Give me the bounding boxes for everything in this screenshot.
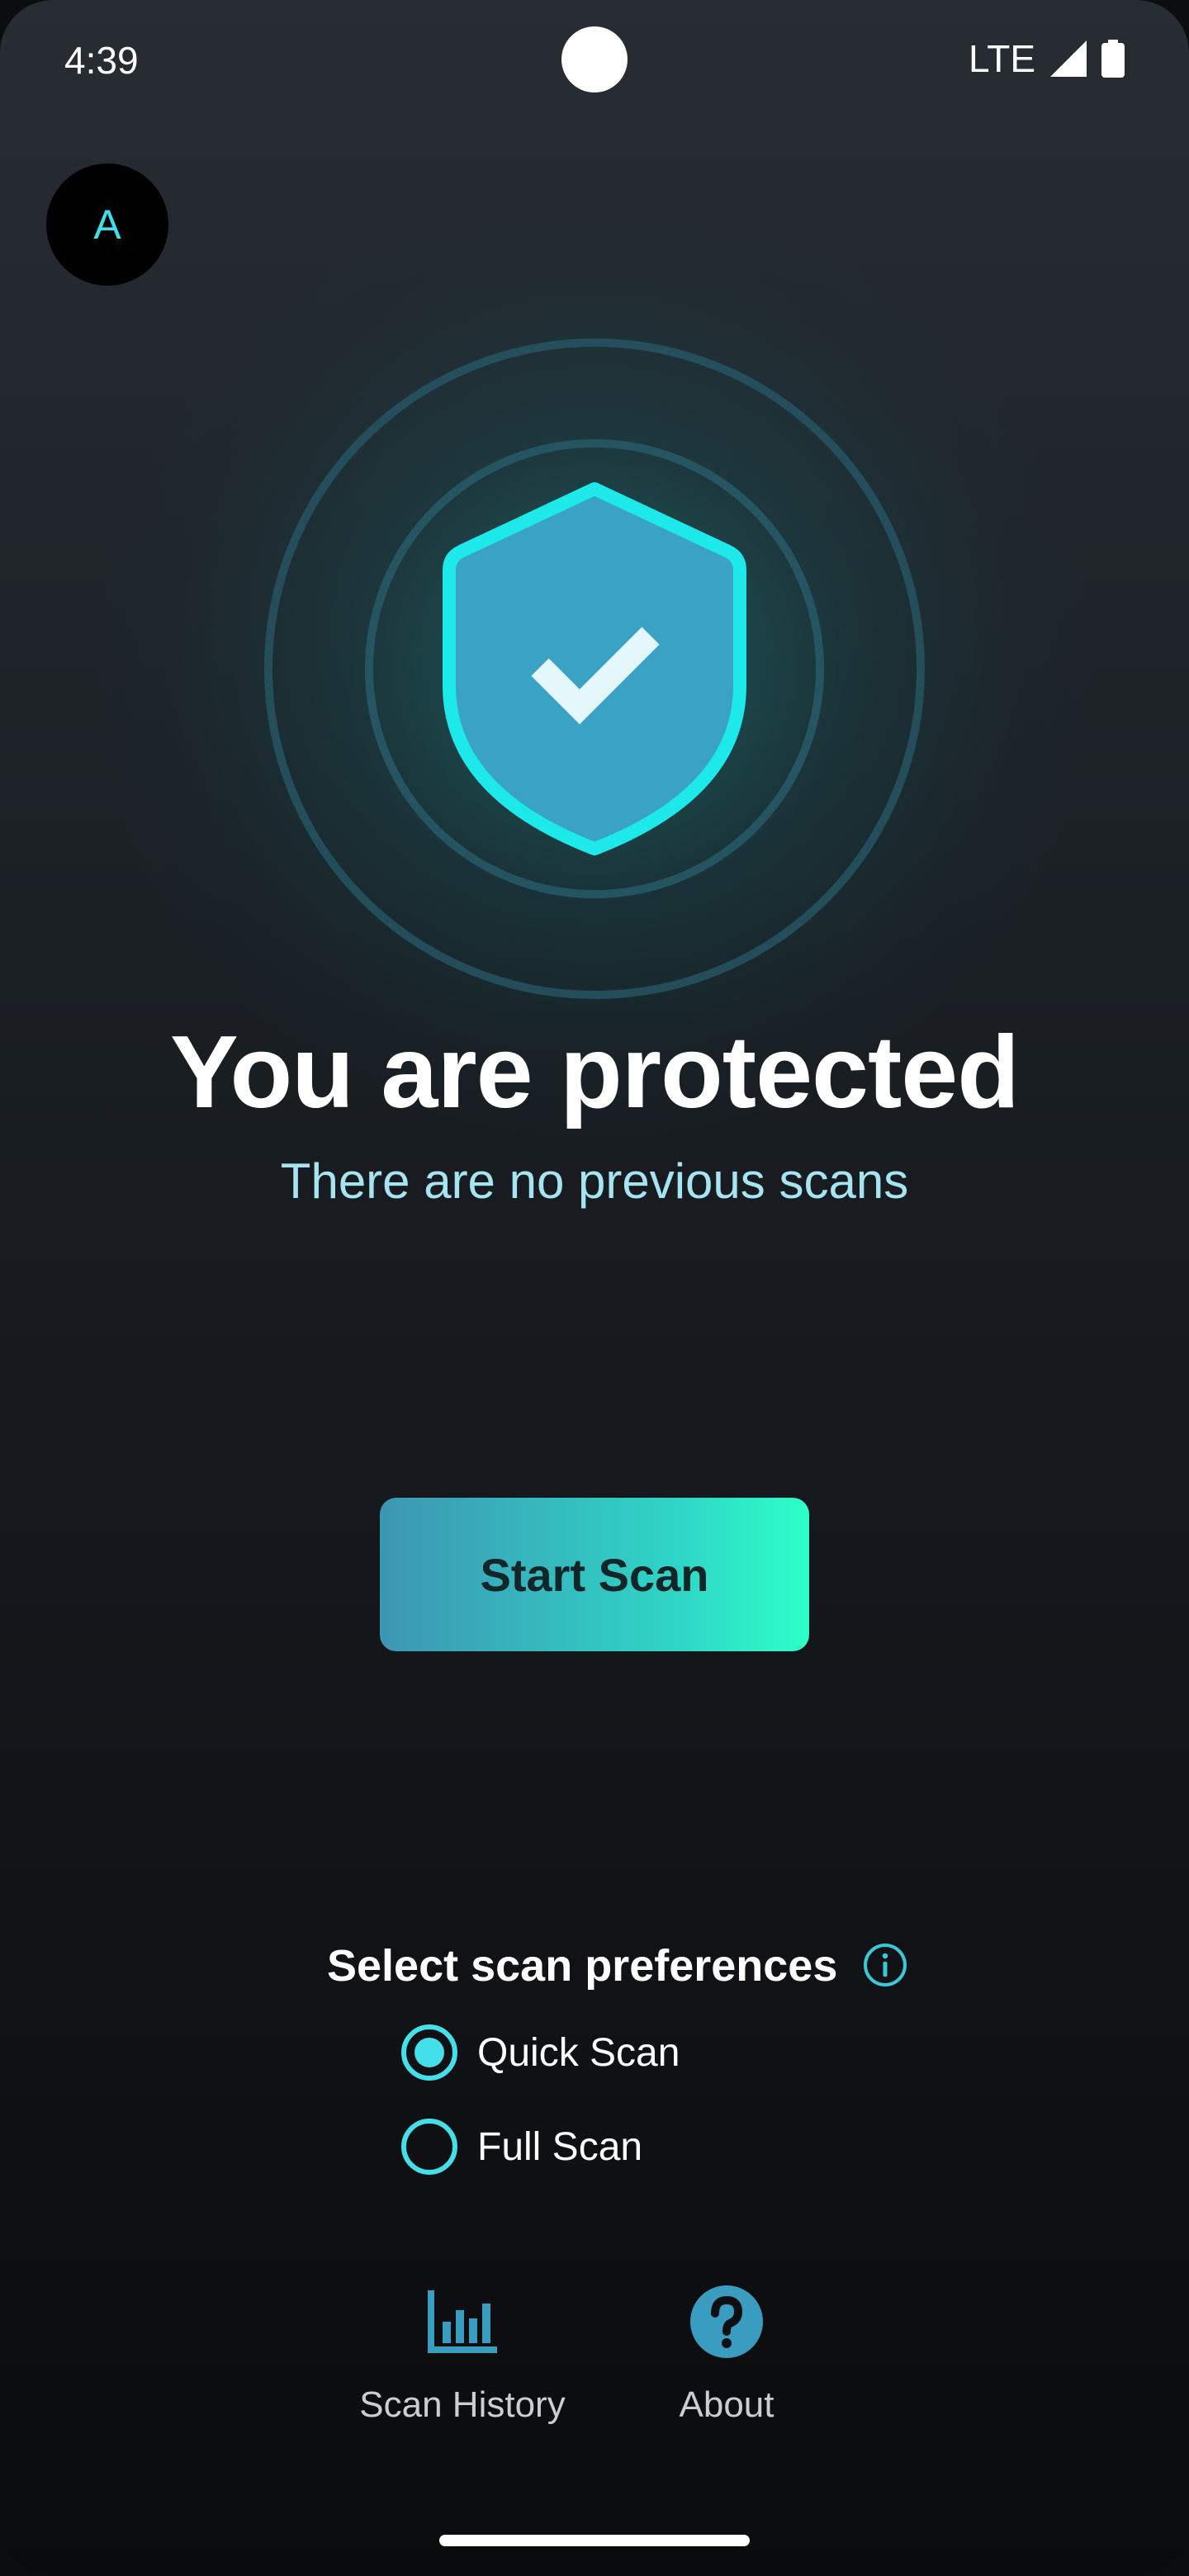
status-time: 4:39 [64, 39, 139, 82]
signal-icon [1050, 40, 1087, 77]
network-type-label: LTE [969, 37, 1035, 80]
full-scan-option[interactable]: Full Scan [401, 2119, 642, 2175]
status-indicators: LTE [969, 36, 1125, 81]
nav-scan-history[interactable]: Scan History [339, 2282, 586, 2426]
quick-scan-radio[interactable] [401, 2024, 457, 2081]
scan-history-label: Scan History [359, 2384, 566, 2425]
protection-status-title: You are protected [169, 1016, 1020, 1129]
quick-scan-label: Quick Scan [477, 2030, 680, 2075]
shield-check-icon [443, 482, 746, 855]
help-circle-icon [690, 2285, 763, 2358]
bar-chart-icon [428, 2290, 497, 2353]
home-indicator[interactable] [439, 2535, 750, 2546]
account-avatar[interactable]: A [46, 163, 168, 286]
app-screen: 4:39 LTE A You are protected There are n… [0, 0, 1189, 2576]
info-icon[interactable] [862, 1942, 908, 1988]
full-scan-label: Full Scan [477, 2124, 643, 2169]
status-bar: 4:39 LTE [0, 0, 1189, 124]
quick-scan-option[interactable]: Quick Scan [401, 2024, 680, 2081]
scan-status-subtitle: There are no previous scans [280, 1153, 909, 1209]
nav-about[interactable]: About [603, 2282, 850, 2426]
radio-selected-dot [414, 2038, 444, 2067]
full-scan-radio[interactable] [401, 2119, 457, 2175]
scan-preferences-heading: Select scan preferences [327, 1941, 838, 1991]
battery-icon [1101, 40, 1125, 78]
start-scan-button[interactable]: Start Scan [380, 1498, 809, 1651]
camera-cutout [561, 26, 628, 92]
about-label: About [679, 2384, 775, 2425]
